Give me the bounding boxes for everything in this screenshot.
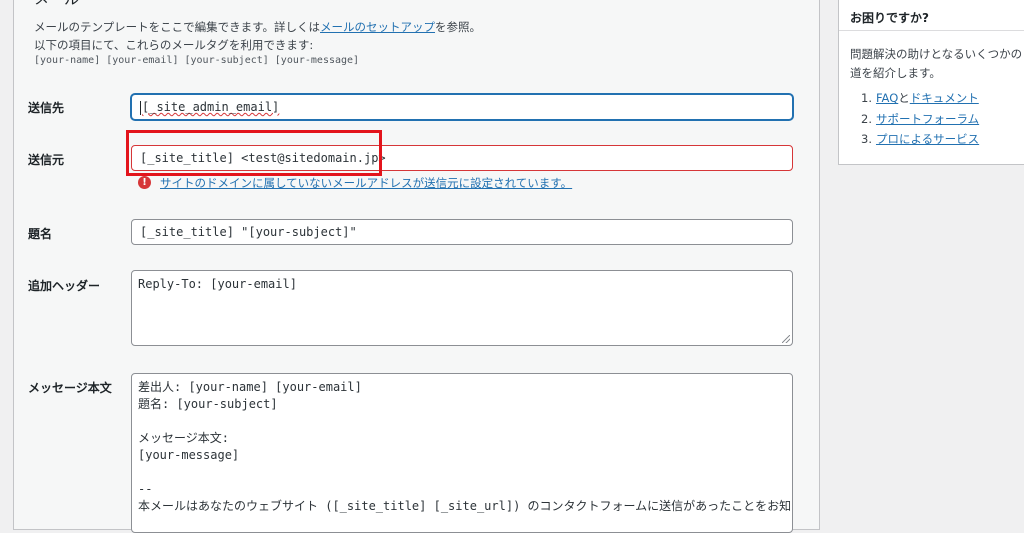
- additional-headers-textarea[interactable]: Reply-To: [your-email]: [131, 270, 793, 346]
- divider: [839, 30, 1024, 31]
- mail-tag[interactable]: [your-name]: [34, 55, 100, 66]
- mail-tag-list: [your-name] [your-email] [your-subject] [yo…: [34, 55, 365, 66]
- mail-tag[interactable]: [your-email]: [106, 55, 178, 66]
- faq-link[interactable]: FAQ: [876, 91, 898, 105]
- to-label: 送信先: [28, 101, 65, 115]
- list-item: 3. プロによるサービス: [861, 132, 980, 146]
- from-label: 送信元: [28, 153, 65, 167]
- professional-services-link[interactable]: プロによるサービス: [876, 132, 979, 146]
- message-body-label: メッセージ本文: [28, 381, 112, 395]
- subject-field[interactable]: [_site_title] "[your-subject]": [131, 219, 793, 245]
- mail-tag[interactable]: [your-subject]: [184, 55, 268, 66]
- error-icon: !: [138, 176, 151, 189]
- subject-label: 題名: [28, 227, 53, 241]
- text-caret: [140, 100, 141, 115]
- help-sidebar-box: お困りですか? 問題解決の助けとなるいくつかの道を紹介します。 1. FAQとドキ…: [838, 0, 1024, 165]
- mail-tags-intro: 以下の項目にて、これらのメールタグを利用できます:: [34, 38, 314, 52]
- left-margin: [0, 0, 13, 517]
- list-item: 1. FAQとドキュメント: [861, 91, 979, 105]
- help-links-list: 1. FAQとドキュメント 2. サポートフォーラム 3. プロによるサービス: [861, 88, 979, 150]
- section-description: メールのテンプレートをここで編集できます。詳しくはメールのセットアップを参照。: [34, 20, 482, 34]
- additional-headers-label: 追加ヘッダー: [28, 279, 101, 293]
- section-heading: メール: [34, 0, 79, 9]
- from-error-message[interactable]: サイトのドメインに属していないメールアドレスが送信元に設定されています。: [160, 175, 572, 191]
- help-description: 問題解決の助けとなるいくつかの道を紹介します。: [850, 47, 1023, 80]
- mail-tag[interactable]: [your-message]: [275, 55, 359, 66]
- message-body-textarea[interactable]: 差出人: [your-name] [your-email] 題名: [your-…: [131, 373, 793, 533]
- support-forum-link[interactable]: サポートフォーラム: [876, 112, 979, 126]
- to-field[interactable]: [_site_admin_email]: [131, 94, 793, 120]
- mail-setup-link[interactable]: メールのセットアップ: [320, 20, 435, 34]
- docs-link[interactable]: ドキュメント: [910, 91, 979, 105]
- resize-handle-icon[interactable]: [782, 335, 790, 343]
- annotation-highlight-box: [126, 130, 382, 176]
- help-title: お困りですか?: [850, 11, 929, 25]
- list-item: 2. サポートフォーラム: [861, 111, 980, 126]
